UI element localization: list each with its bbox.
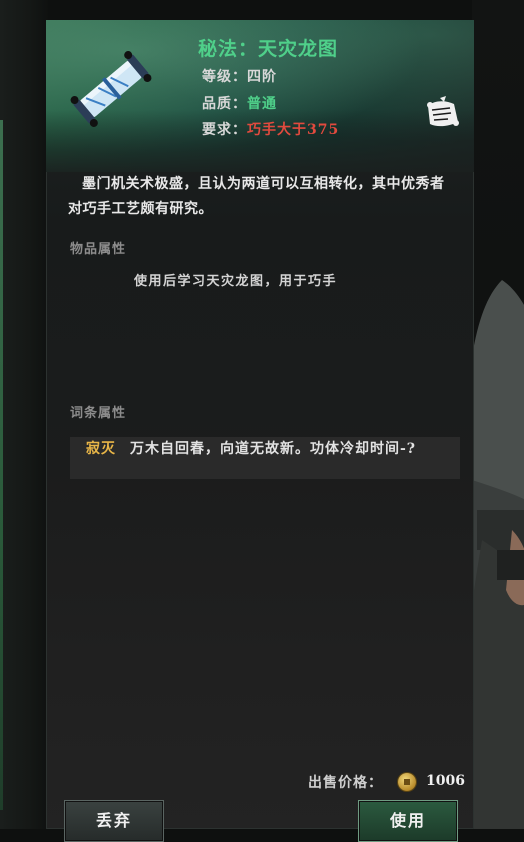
item-title: 秘法：天灾龙图 <box>198 38 339 60</box>
item-tooltip-panel: 秘法：天灾龙图 等级：四阶 品质：普通 要求：巧手大于375 墨门机关术极盛，且… <box>46 20 474 829</box>
left-accent-stripe <box>0 120 3 810</box>
require-label: 要求： <box>202 122 247 138</box>
background-character <box>472 0 524 829</box>
require-value: 巧手大于375 <box>247 122 340 138</box>
affix-box: 寂灭 万木自回春，向道无故新。功体冷却时间-? <box>70 437 460 479</box>
quality-value: 普通 <box>247 96 277 112</box>
discard-button[interactable]: 丢弃 <box>64 800 164 842</box>
price-value: 1006 <box>426 773 465 789</box>
item-quality-row: 品质：普通 <box>202 93 277 113</box>
level-value: 四阶 <box>247 69 277 85</box>
item-description: 墨门机关术极盛，且认为两道可以互相转化，其中优秀者对巧手工艺颇有研究。 <box>68 176 445 217</box>
item-level-row: 等级：四阶 <box>202 66 277 86</box>
background-left <box>0 0 48 829</box>
scroll-icon <box>70 51 152 127</box>
attributes-text: 使用后学习天灾龙图，用于巧手 <box>134 274 338 289</box>
affix-text: 万木自回春，向道无故新。功体冷却时间-? <box>130 441 417 457</box>
affix-line: 寂灭 万木自回春，向道无故新。功体冷却时间-? <box>86 440 450 458</box>
level-label: 等级： <box>202 69 247 85</box>
affix-name: 寂灭 <box>86 441 116 457</box>
coin-icon <box>398 773 416 791</box>
attributes-label: 物品属性 <box>70 242 127 257</box>
scroll-mark-icon[interactable] <box>420 92 464 136</box>
character-figure <box>472 280 524 829</box>
quality-label: 品质： <box>202 96 247 112</box>
price-label: 出售价格： <box>308 775 383 791</box>
use-button[interactable]: 使用 <box>358 800 458 842</box>
item-require-row: 要求：巧手大于375 <box>202 119 339 139</box>
affixes-label: 词条属性 <box>70 406 127 421</box>
